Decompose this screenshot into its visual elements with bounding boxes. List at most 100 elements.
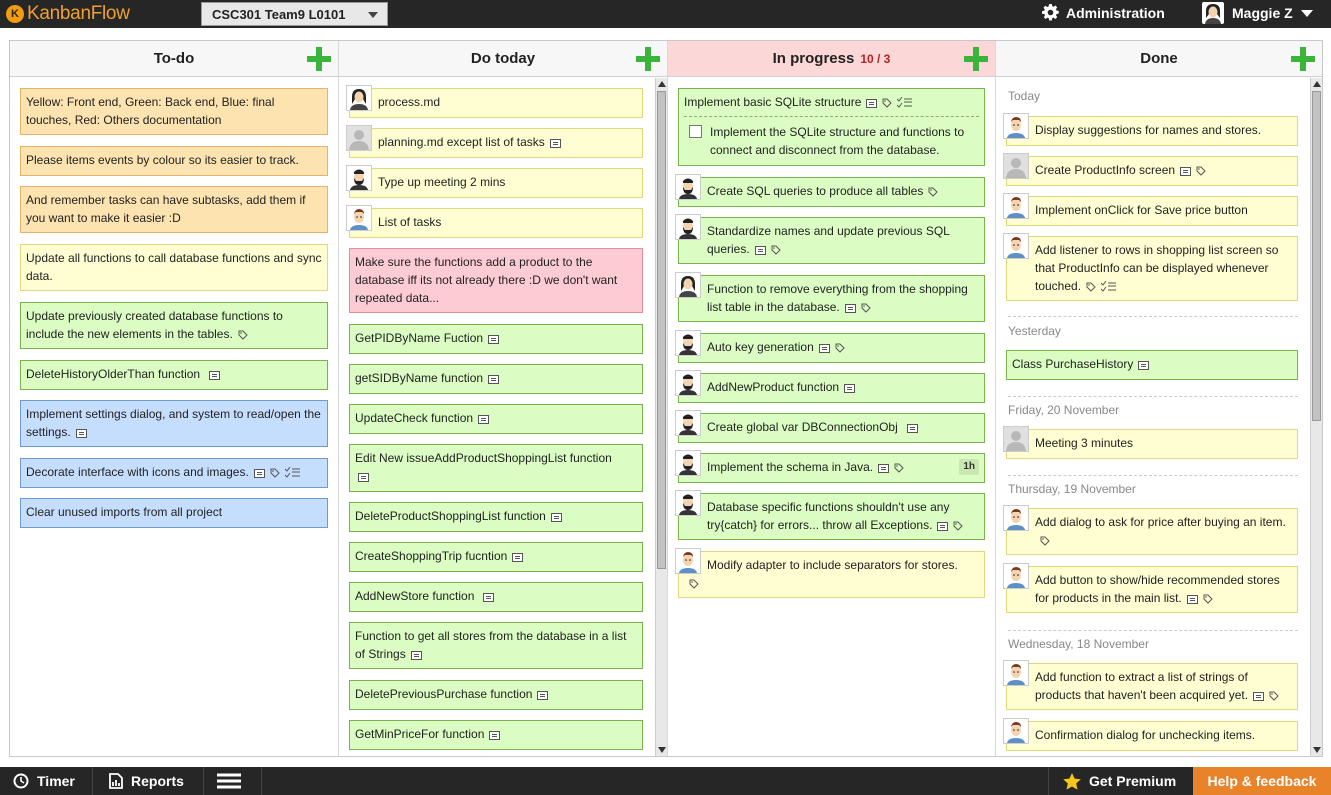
task-card[interactable]: Please items events by colour so its eas… bbox=[20, 146, 328, 176]
task-card[interactable]: Add function to extract a list of string… bbox=[1003, 660, 1298, 710]
column-header: Do today bbox=[339, 41, 667, 77]
task-card[interactable]: Add dialog to ask for price after buying… bbox=[1003, 505, 1298, 555]
day-separator bbox=[1008, 396, 1298, 397]
board-selector[interactable]: CSC301 Team9 L0101 bbox=[201, 2, 388, 26]
scrollbar[interactable] bbox=[1310, 78, 1322, 756]
task-card[interactable]: Decorate interface with icons and images… bbox=[20, 458, 328, 488]
tag-icon bbox=[270, 468, 280, 478]
premium-label: Get Premium bbox=[1089, 773, 1177, 789]
avatar bbox=[346, 205, 372, 231]
task-card[interactable]: UpdateCheck function bbox=[349, 404, 643, 434]
task-title: List of tasks bbox=[378, 215, 442, 229]
task-card[interactable]: Update previously created database funct… bbox=[20, 302, 328, 349]
column-done: Done Today Display suggestions for names… bbox=[996, 41, 1322, 756]
task-card[interactable]: process.md bbox=[346, 85, 643, 118]
task-card[interactable]: Database specific functions shouldn't us… bbox=[675, 490, 985, 540]
task-card[interactable]: Type up meeting 2 mins bbox=[346, 165, 643, 198]
task-title: Add function to extract a list of string… bbox=[1035, 670, 1249, 702]
task-card[interactable]: CreateShoppingTrip fucntion bbox=[349, 542, 643, 572]
task-card[interactable]: Meeting 3 minutes bbox=[1003, 426, 1298, 459]
task-title: Function to get all stores from the data… bbox=[355, 629, 627, 661]
task-card[interactable]: Function to remove everything from the s… bbox=[675, 272, 985, 322]
task-card[interactable]: GetPIDByName Fuction bbox=[349, 324, 643, 354]
description-icon bbox=[253, 469, 265, 478]
task-card[interactable]: AddNewStore function bbox=[349, 582, 643, 612]
task-title: Add dialog to ask for price after buying… bbox=[1035, 515, 1286, 529]
day-separator bbox=[1008, 316, 1298, 317]
task-card[interactable]: And remember tasks can have subtasks, ad… bbox=[20, 186, 328, 233]
avatar bbox=[675, 174, 701, 200]
timer-label: Timer bbox=[37, 773, 75, 789]
task-title: Implement settings dialog, and system to… bbox=[26, 407, 321, 439]
task-card[interactable]: GetMinPriceFor function bbox=[349, 720, 643, 750]
subtasks-icon bbox=[897, 97, 913, 108]
task-card[interactable]: Implement settings dialog, and system to… bbox=[20, 400, 328, 447]
task-title: Database specific functions shouldn't us… bbox=[707, 500, 950, 532]
scrollbar[interactable] bbox=[655, 78, 667, 756]
subtask-checkbox[interactable] bbox=[689, 125, 702, 138]
scrollbar-thumb[interactable] bbox=[1312, 91, 1321, 421]
tag-icon bbox=[771, 245, 781, 255]
subtask-title: Implement the SQLite structure and funct… bbox=[710, 125, 965, 157]
help-label: Help & feedback bbox=[1207, 773, 1317, 789]
avatar bbox=[675, 548, 701, 574]
administration-button[interactable]: Administration bbox=[1042, 4, 1165, 21]
task-title: GetPIDByName Fuction bbox=[355, 331, 484, 345]
task-card[interactable]: Implement the schema in Java. 1h bbox=[675, 450, 985, 483]
task-card[interactable]: getSIDByName function bbox=[349, 364, 643, 394]
task-card[interactable]: Create ProductInfo screen bbox=[1003, 153, 1298, 186]
task-card[interactable]: Auto key generation bbox=[675, 330, 985, 363]
task-card[interactable]: Implement onClick for Save price button bbox=[1003, 193, 1298, 226]
task-card[interactable]: Edit New issueAddProductShoppingList fun… bbox=[349, 444, 643, 492]
task-card[interactable]: Clear unused imports from all project bbox=[20, 498, 328, 528]
scrollbar-thumb[interactable] bbox=[657, 91, 666, 569]
menu-button[interactable] bbox=[204, 767, 262, 795]
scroll-up-icon[interactable] bbox=[658, 81, 666, 87]
scroll-up-icon[interactable] bbox=[1313, 81, 1321, 87]
task-card[interactable]: Yellow: Front end, Green: Back end, Blue… bbox=[20, 88, 328, 135]
task-card[interactable]: DeletePreviousPurchase function bbox=[349, 680, 643, 710]
tag-icon bbox=[928, 187, 939, 197]
task-title: Class PurchaseHistory bbox=[1012, 357, 1134, 371]
description-icon bbox=[549, 139, 561, 148]
description-icon bbox=[754, 246, 766, 255]
scroll-down-icon[interactable] bbox=[1313, 747, 1321, 753]
add-task-button[interactable] bbox=[964, 47, 988, 71]
add-task-button[interactable] bbox=[1291, 47, 1315, 71]
task-card[interactable]: Create global var DBConnectionObj bbox=[675, 410, 985, 443]
scroll-down-icon[interactable] bbox=[658, 747, 666, 753]
timer-button[interactable]: Timer bbox=[0, 767, 93, 795]
task-title: Implement onClick for Save price button bbox=[1035, 203, 1248, 217]
task-card[interactable]: Modify adapter to include separators for… bbox=[675, 548, 985, 598]
task-card[interactable]: Function to get all stores from the data… bbox=[349, 622, 643, 669]
task-card[interactable]: Confirmation dialog for unchecking items… bbox=[1003, 718, 1298, 751]
task-card[interactable]: planning.md except list of tasks bbox=[346, 125, 643, 158]
column-title: In progress bbox=[772, 50, 855, 67]
help-feedback-button[interactable]: Help & feedback bbox=[1193, 767, 1331, 795]
task-card[interactable]: Make sure the functions add a product to… bbox=[349, 248, 643, 313]
task-card[interactable]: AddNewProduct function bbox=[675, 370, 985, 403]
reports-label: Reports bbox=[131, 773, 184, 789]
reports-button[interactable]: Reports bbox=[93, 767, 204, 795]
add-task-button[interactable] bbox=[636, 47, 660, 71]
day-heading: Friday, 20 November bbox=[1008, 403, 1120, 417]
kanbanflow-logo[interactable]: K KanbanFlow bbox=[6, 3, 130, 25]
user-avatar bbox=[1202, 2, 1224, 24]
column-header: Done bbox=[996, 41, 1322, 77]
task-card[interactable]: Class PurchaseHistory bbox=[1006, 350, 1298, 380]
task-card[interactable]: Display suggestions for names and stores… bbox=[1003, 113, 1298, 146]
task-card[interactable]: Implement basic SQLite structure Impleme… bbox=[678, 88, 985, 166]
task-card[interactable]: DeleteHistoryOlderThan function bbox=[20, 360, 328, 390]
get-premium-button[interactable]: Get Premium bbox=[1048, 767, 1193, 795]
task-card[interactable]: Update all functions to call database fu… bbox=[20, 244, 328, 291]
task-card[interactable]: DeleteProductShoppingList function bbox=[349, 502, 643, 532]
task-card[interactable]: Create SQL queries to produce all tables bbox=[675, 174, 985, 207]
task-card[interactable]: Add listener to rows in shopping list sc… bbox=[1003, 233, 1298, 301]
task-card[interactable]: Standardize names and update previous SQ… bbox=[675, 214, 985, 264]
task-card[interactable]: List of tasks bbox=[346, 205, 643, 238]
tag-icon bbox=[1269, 691, 1279, 701]
user-menu[interactable]: Maggie Z bbox=[1202, 2, 1313, 24]
description-icon bbox=[489, 731, 501, 740]
add-task-button[interactable] bbox=[307, 47, 331, 71]
task-card[interactable]: Add button to show/hide recommended stor… bbox=[1003, 563, 1298, 613]
